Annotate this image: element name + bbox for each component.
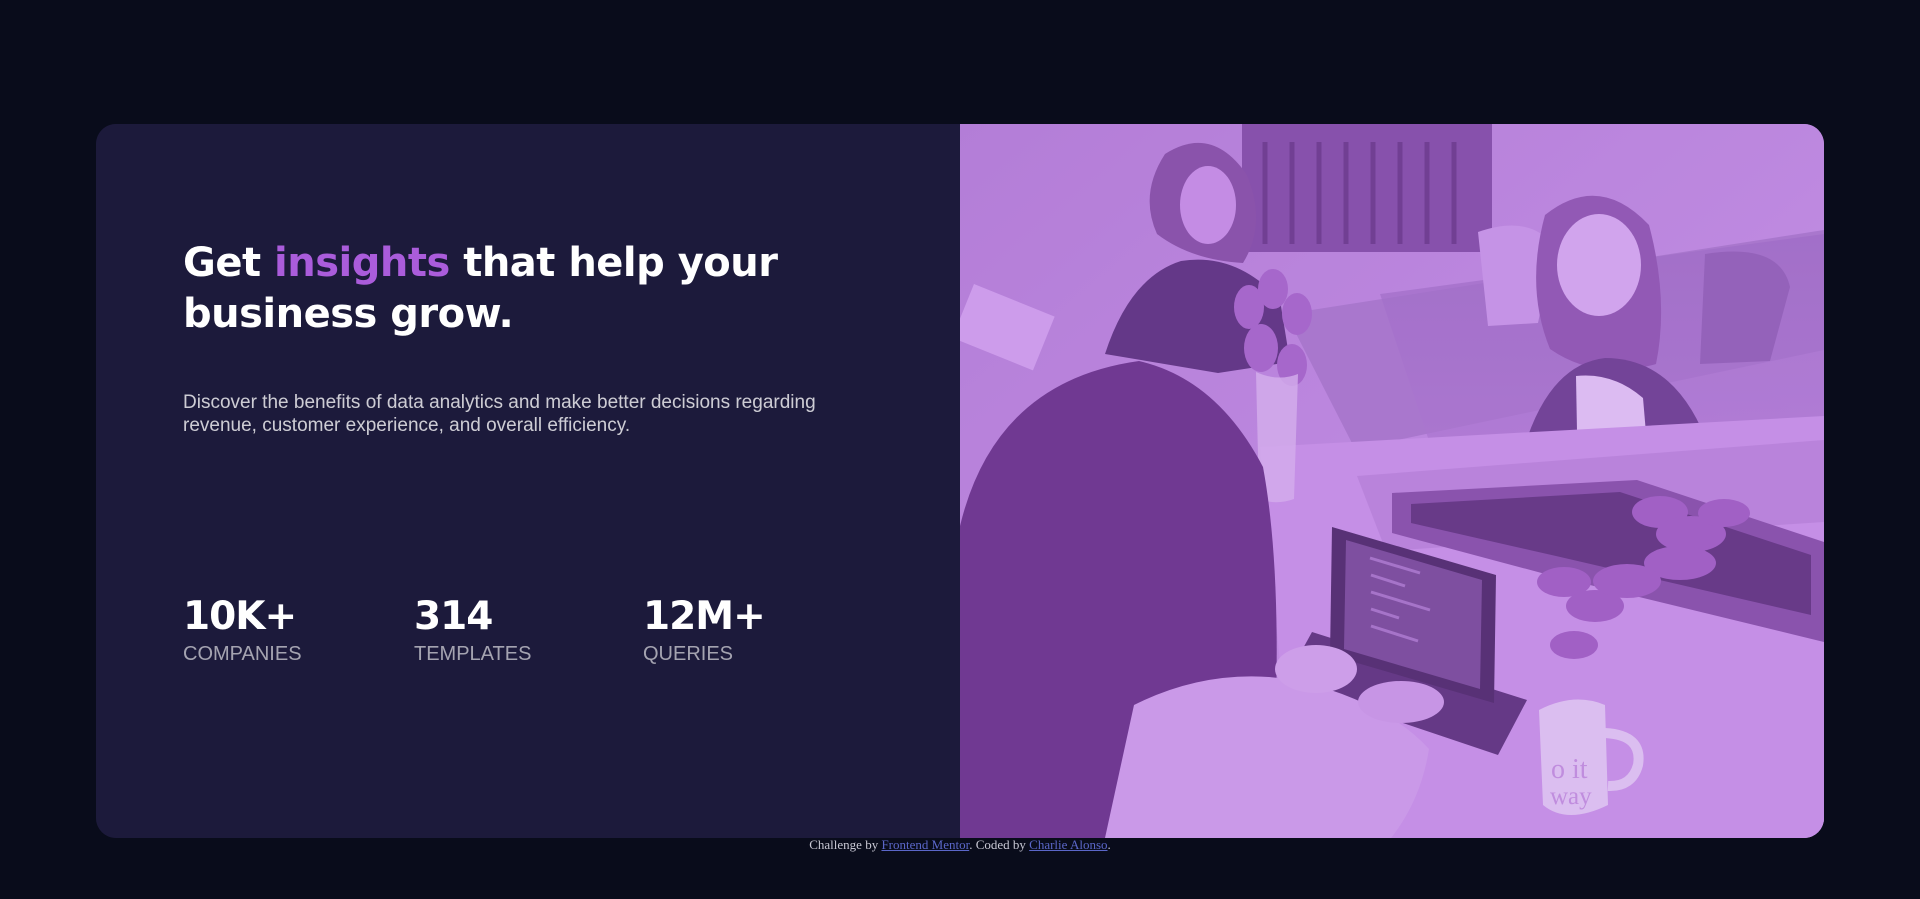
purple-tint-overlay [960, 124, 1824, 838]
stat-companies: 10K+ companies [183, 594, 414, 666]
hero-card: Get insights that help your business gro… [96, 124, 1824, 838]
stat-value: 314 [414, 594, 493, 639]
stat-label: queries [643, 643, 734, 665]
attribution: Challenge by Frontend Mentor. Coded by C… [0, 837, 1920, 853]
stat-queries: 12M+ queries [643, 594, 803, 666]
hero-headline: Get insights that help your business gro… [183, 238, 803, 340]
stats-row: 10K+ companies 314 templates 12M+ querie… [183, 594, 803, 666]
stat-value: 10K+ [183, 594, 297, 639]
stat-templates: 314 templates [414, 594, 643, 666]
attribution-prefix: Challenge by [809, 837, 882, 852]
author-link[interactable]: Charlie Alonso [1029, 837, 1107, 852]
office-photo: o it way [960, 124, 1824, 838]
attribution-middle: . Coded by [969, 837, 1030, 852]
hero-description: Discover the benefits of data analytics … [183, 392, 816, 436]
headline-start: Get [183, 240, 275, 286]
stat-label: companies [183, 643, 302, 665]
frontend-mentor-link[interactable]: Frontend Mentor [881, 837, 969, 852]
headline-accent: insights [274, 240, 450, 286]
stat-value: 12M+ [643, 594, 766, 639]
attribution-suffix: . [1107, 837, 1111, 852]
stat-label: templates [414, 643, 532, 665]
office-photo-illustration: o it way [960, 124, 1824, 838]
hero-text-panel: Get insights that help your business gro… [96, 124, 960, 838]
